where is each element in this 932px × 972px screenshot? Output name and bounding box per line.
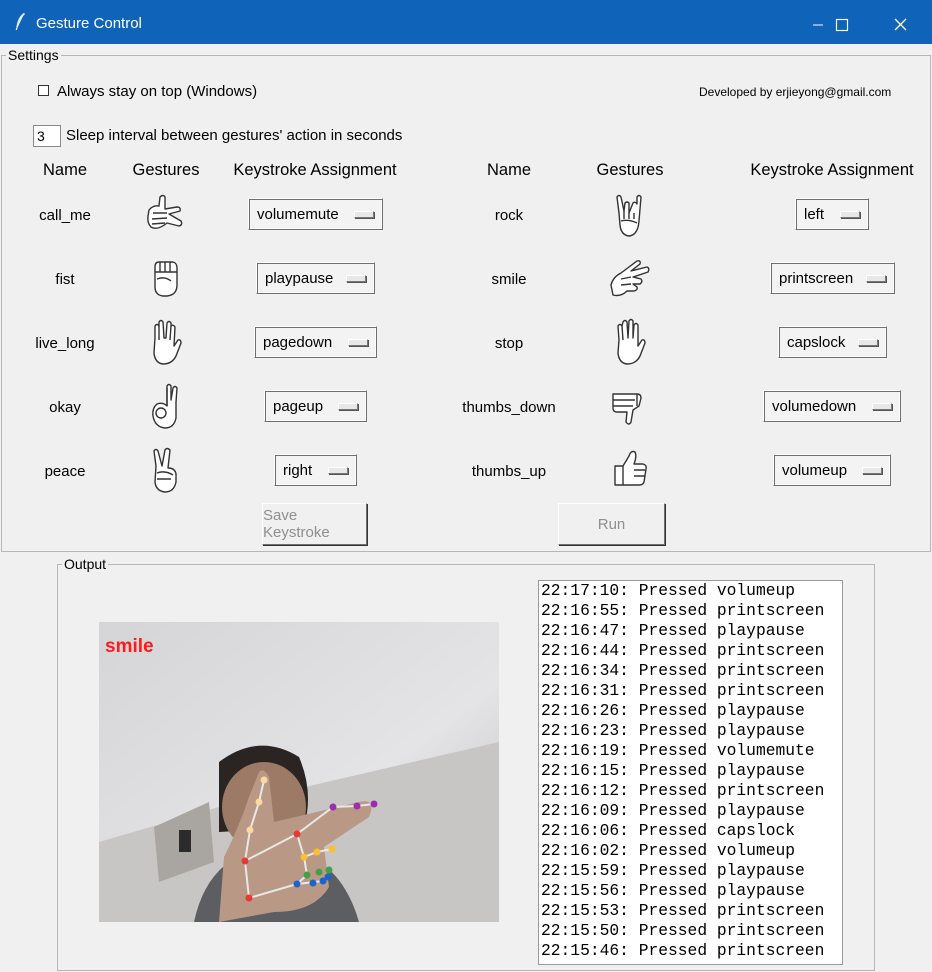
keystroke-value: right — [283, 461, 313, 479]
log-line: 22:16:09: Pressed playpause — [541, 801, 805, 820]
maximize-button[interactable] — [818, 8, 864, 36]
keystroke-select-smile[interactable]: printscreen — [770, 262, 895, 294]
peace-hand-icon — [153, 447, 177, 493]
right-keystroke-header: Keystroke Assignment — [750, 161, 914, 179]
window-title: Gesture Control — [36, 15, 142, 32]
log-line: 22:16:12: Pressed printscreen — [541, 781, 825, 800]
keystroke-select-stop[interactable]: capslock — [778, 326, 887, 358]
gesture-name-okay: okay — [49, 399, 81, 416]
settings-legend: Settings — [6, 47, 61, 63]
log-line: 22:15:50: Pressed printscreen — [541, 921, 825, 940]
keystroke-value: printscreen — [779, 269, 854, 287]
dropdown-indicator-icon — [338, 402, 358, 410]
left-gestures-header: Gestures — [132, 161, 200, 179]
left-name-header: Name — [42, 161, 88, 179]
smile-hand-icon — [610, 260, 650, 297]
gesture-name-stop: stop — [494, 335, 524, 352]
run-button[interactable]: Run — [558, 503, 665, 545]
log-line: 22:16:23: Pressed playpause — [541, 721, 805, 740]
gesture-name-thumbs-up: thumbs_up — [471, 463, 547, 480]
keystroke-select-live-long[interactable]: pagedown — [254, 326, 377, 358]
fist-hand-icon — [154, 261, 178, 297]
dropdown-indicator-icon — [862, 466, 882, 474]
log-line: 22:15:46: Pressed printscreen — [541, 941, 825, 960]
log-line: 22:16:02: Pressed volumeup — [541, 841, 796, 860]
keystroke-select-thumbs-up[interactable]: volumeup — [773, 454, 891, 486]
developer-credit: Developed by erjieyong@gmail.com — [699, 85, 892, 99]
title-bar: Gesture Control — [0, 0, 932, 44]
log-line: 22:16:06: Pressed capslock — [541, 821, 796, 840]
log-line: 22:16:19: Pressed volumemute — [541, 741, 815, 760]
dropdown-indicator-icon — [354, 210, 374, 218]
keystroke-select-peace[interactable]: right — [274, 454, 357, 486]
detected-gesture-label: smile — [105, 636, 154, 657]
gesture-name-call-me: call_me — [39, 207, 91, 224]
keystroke-value: capslock — [787, 333, 846, 351]
keystroke-value: volumeup — [782, 461, 848, 479]
dropdown-indicator-icon — [840, 210, 860, 218]
save-keystroke-button[interactable]: Save Keystroke — [262, 503, 367, 545]
dropdown-indicator-icon — [858, 338, 878, 346]
keystroke-value: left — [804, 205, 825, 223]
gesture-name-live-long: live_long — [35, 335, 95, 352]
feather-app-icon — [15, 12, 25, 31]
keystroke-select-okay[interactable]: pageup — [264, 390, 367, 422]
gesture-name-fist: fist — [55, 271, 75, 288]
gesture-name-smile: smile — [491, 271, 527, 288]
log-line: 22:16:47: Pressed playpause — [541, 621, 805, 640]
left-keystroke-header: Keystroke Assignment — [233, 161, 397, 179]
right-name-header: Name — [486, 161, 532, 179]
maximize-icon — [835, 18, 849, 32]
thumbs-up-hand-icon — [614, 450, 647, 486]
always-on-top-label: Always stay on top (Windows) — [57, 83, 258, 100]
output-log[interactable]: 22:17:10: Pressed volumeup 22:16:55: Pres… — [538, 580, 843, 965]
thumbs-down-hand-icon — [612, 393, 642, 425]
log-line: 22:16:15: Pressed playpause — [541, 761, 805, 780]
camera-frame-image — [99, 622, 499, 922]
log-line: 22:15:56: Pressed playpause — [541, 881, 805, 900]
rock-hand-icon — [616, 194, 642, 237]
keystroke-select-call-me[interactable]: volumemute — [248, 198, 383, 230]
sleep-interval-input[interactable]: 3 — [33, 125, 61, 147]
close-button[interactable] — [877, 8, 923, 36]
close-icon — [894, 18, 907, 31]
keystroke-value: volumedown — [772, 397, 857, 415]
keystroke-select-thumbs-down[interactable]: volumedown — [763, 390, 901, 422]
always-on-top-checkbox[interactable] — [38, 85, 49, 96]
gesture-name-rock: rock — [494, 207, 524, 224]
sleep-interval-label: Sleep interval between gestures' action … — [66, 127, 403, 144]
log-line: 22:16:31: Pressed printscreen — [541, 681, 825, 700]
keystroke-select-rock[interactable]: left — [795, 198, 869, 230]
log-line: 22:16:44: Pressed printscreen — [541, 641, 825, 660]
okay-hand-icon — [152, 383, 178, 429]
keystroke-value: pageup — [273, 397, 324, 415]
keystroke-value: pagedown — [263, 333, 333, 351]
stop-hand-icon — [617, 318, 646, 365]
log-line: 22:16:55: Pressed printscreen — [541, 601, 825, 620]
log-line: 22:16:34: Pressed printscreen — [541, 661, 825, 680]
call-me-hand-icon — [147, 194, 183, 230]
dropdown-indicator-icon — [328, 466, 348, 474]
log-line: 22:16:26: Pressed playpause — [541, 701, 805, 720]
camera-preview: smile — [99, 622, 499, 922]
dropdown-indicator-icon — [348, 338, 368, 346]
keystroke-value: playpause — [265, 269, 334, 287]
log-line: 22:15:59: Pressed playpause — [541, 861, 805, 880]
keystroke-select-fist[interactable]: playpause — [256, 262, 375, 294]
dropdown-indicator-icon — [872, 402, 892, 410]
live-long-hand-icon — [153, 319, 182, 365]
dropdown-indicator-icon — [866, 274, 886, 282]
keystroke-value: volumemute — [257, 205, 339, 223]
dropdown-indicator-icon — [346, 274, 366, 282]
right-gestures-header: Gestures — [596, 161, 664, 179]
output-legend: Output — [62, 556, 109, 572]
gesture-name-peace: peace — [44, 463, 86, 480]
log-line: 22:17:10: Pressed volumeup — [541, 581, 796, 600]
log-line: 22:15:53: Pressed printscreen — [541, 901, 825, 920]
gesture-name-thumbs-down: thumbs_down — [462, 399, 556, 416]
